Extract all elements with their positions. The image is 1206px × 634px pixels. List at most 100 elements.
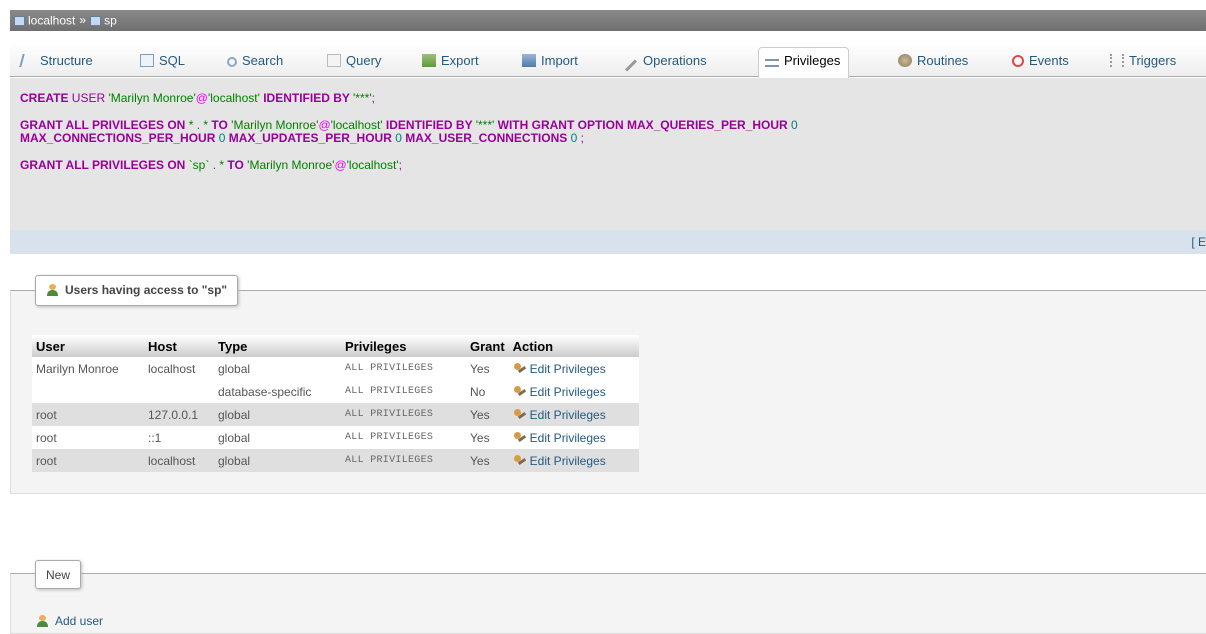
search-icon — [227, 57, 237, 67]
new-legend: New — [35, 560, 82, 589]
tab-label: Export — [441, 53, 479, 68]
tab-label: Events — [1029, 53, 1069, 68]
tab-import[interactable]: Import — [515, 47, 587, 77]
edit-privileges-icon — [513, 408, 526, 421]
triggers-icon — [1110, 54, 1124, 67]
column-header-user: User — [32, 335, 144, 357]
cell-privileges: ALL PRIVILEGES — [341, 380, 466, 403]
column-header-type: Type — [214, 335, 341, 357]
tab-events[interactable]: Events — [1005, 47, 1078, 77]
sql-keyword: TO — [224, 158, 248, 172]
table-row: root ::1 global ALL PRIVILEGES Yes Edit … — [32, 426, 639, 449]
sql-string: 'Marilyn Monroe' — [108, 91, 196, 105]
tab-structure[interactable]: Structure — [14, 47, 102, 77]
cell-privileges: ALL PRIVILEGES — [341, 403, 466, 426]
sql-operator: @ — [334, 158, 347, 172]
tab-triggers[interactable]: Triggers — [1103, 47, 1185, 77]
cell-action: Edit Privileges — [508, 357, 639, 380]
users-legend: Users having access to "sp" — [35, 275, 239, 306]
sql-string: `sp` . * — [188, 158, 225, 172]
table-row: database-specific ALL PRIVILEGES No Edit… — [32, 380, 639, 403]
tab-privileges[interactable]: Privileges — [758, 47, 850, 78]
sql-query-box: CREATE USER 'Marilyn Monroe' @'localhost'… — [10, 78, 1206, 230]
breadcrumb-database[interactable]: sp — [104, 13, 117, 27]
edit-link[interactable]: [ E — [1191, 235, 1206, 249]
edit-privileges-link[interactable]: Edit Privileges — [513, 362, 606, 376]
cell-user — [32, 380, 144, 403]
sql-keyword: TO — [208, 118, 232, 132]
cell-type: global — [214, 357, 341, 380]
sql-text: ; — [577, 131, 584, 145]
structure-icon — [19, 54, 37, 67]
tab-query[interactable]: Query — [320, 47, 390, 77]
cell-grant: No — [466, 380, 509, 403]
import-icon — [522, 54, 536, 67]
export-icon — [422, 54, 436, 67]
tab-export[interactable]: Export — [415, 47, 488, 77]
tab-routines[interactable]: Routines — [891, 47, 977, 77]
edit-privileges-link[interactable]: Edit Privileges — [513, 408, 606, 422]
cell-host: localhost — [144, 357, 214, 380]
edit-privileges-label: Edit Privileges — [529, 407, 606, 422]
sql-keyword: CREATE — [20, 91, 69, 105]
add-user-link[interactable]: Add user — [36, 614, 103, 628]
sql-keyword: IDENTIFIED BY — [259, 91, 354, 105]
tab-operations[interactable]: Operations — [617, 47, 716, 77]
cell-grant: Yes — [466, 426, 509, 449]
edit-privileges-link[interactable]: Edit Privileges — [513, 431, 606, 445]
tab-search[interactable]: Search — [220, 47, 292, 77]
sql-statement-create-user: CREATE USER 'Marilyn Monroe'@'localhost'… — [20, 92, 1196, 105]
sql-string: * . * — [188, 118, 209, 132]
sql-keyword: GRANT ALL PRIVILEGES ON — [20, 158, 189, 172]
clock-icon — [1012, 55, 1024, 67]
cell-action: Edit Privileges — [508, 380, 639, 403]
sql-string: '***' — [475, 118, 495, 132]
table-row: root localhost global ALL PRIVILEGES Yes… — [32, 449, 639, 472]
edit-privileges-label: Edit Privileges — [529, 453, 606, 468]
cell-type: global — [214, 426, 341, 449]
sql-string: 'localhost' — [346, 158, 399, 172]
cell-type: database-specific — [214, 380, 341, 403]
tab-label: Import — [541, 53, 578, 68]
routines-icon — [898, 54, 912, 67]
sql-icon — [140, 54, 154, 67]
column-header-action: Action — [508, 335, 639, 357]
tab-label: Search — [242, 53, 284, 68]
cell-action: Edit Privileges — [508, 403, 639, 426]
tab-label: SQL — [159, 53, 186, 68]
breadcrumb-server[interactable]: localhost — [28, 13, 75, 27]
edit-privileges-icon — [513, 385, 526, 398]
sql-string: '***' — [353, 91, 372, 105]
column-header-privileges: Privileges — [341, 335, 466, 357]
cell-host: ::1 — [144, 426, 214, 449]
sql-keyword: GRANT ALL PRIVILEGES ON — [20, 118, 189, 132]
cell-privileges: ALL PRIVILEGES — [341, 449, 466, 472]
cell-user: root — [32, 426, 144, 449]
sql-tools-bar: [ E — [10, 230, 1206, 254]
cell-privileges: ALL PRIVILEGES — [341, 426, 466, 449]
sql-keyword: IDENTIFIED BY — [382, 118, 476, 132]
edit-privileges-icon — [513, 431, 526, 444]
sql-statement-grant-db: GRANT ALL PRIVILEGES ON `sp` . * TO 'Mar… — [20, 159, 1196, 172]
cell-host: localhost — [144, 449, 214, 472]
cell-host: 127.0.0.1 — [144, 403, 214, 426]
cell-grant: Yes — [466, 403, 509, 426]
tab-label: Structure — [40, 53, 93, 68]
add-user-icon — [36, 615, 49, 627]
sql-string: 'Marilyn Monroe' — [231, 118, 319, 132]
sql-text: USER — [68, 91, 109, 105]
table-row: root 127.0.0.1 global ALL PRIVILEGES Yes… — [32, 403, 639, 426]
edit-privileges-link[interactable]: Edit Privileges — [513, 385, 606, 399]
edit-privileges-link[interactable]: Edit Privileges — [513, 454, 606, 468]
tab-label: Operations — [643, 53, 707, 68]
cell-user: root — [32, 403, 144, 426]
database-icon — [90, 15, 102, 26]
sql-keyword: MAX_CONNECTIONS_PER_HOUR — [20, 131, 219, 145]
tab-bar: Structure SQL Search Query Export Import… — [10, 43, 1206, 78]
sql-statement-grant-global: GRANT ALL PRIVILEGES ON * . * TO 'Marily… — [20, 119, 1196, 145]
add-user-label: Add user — [55, 614, 104, 628]
server-icon — [14, 15, 25, 26]
tab-sql[interactable]: SQL — [133, 47, 194, 77]
sql-keyword: WITH GRANT OPTION MAX_QUERIES_PER_HOUR — [494, 118, 791, 132]
cell-type: global — [214, 449, 341, 472]
